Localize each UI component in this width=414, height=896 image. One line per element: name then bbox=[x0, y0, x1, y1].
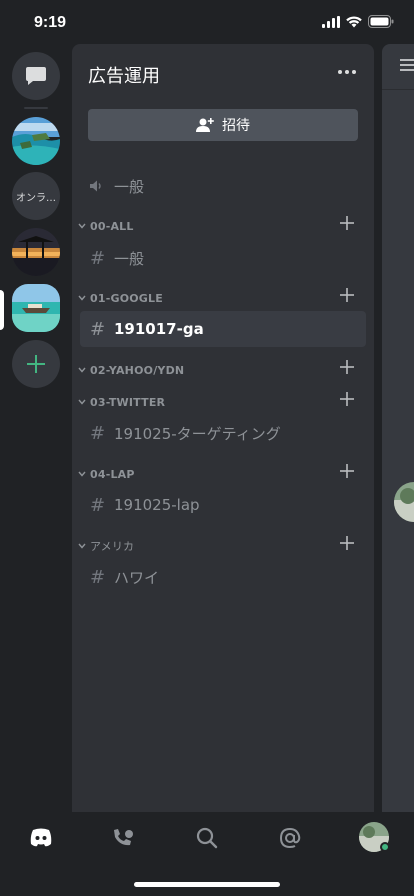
add-person-icon bbox=[196, 118, 214, 132]
signal-icon bbox=[322, 15, 340, 28]
friends-icon bbox=[114, 829, 133, 846]
home-indicator bbox=[134, 882, 280, 887]
channel-label: 一般 bbox=[114, 177, 145, 196]
add-channel-icon[interactable] bbox=[340, 360, 354, 377]
online-status-dot bbox=[380, 842, 390, 852]
add-channel-icon[interactable] bbox=[340, 536, 354, 553]
speaker-icon bbox=[90, 180, 114, 192]
nav-search[interactable] bbox=[193, 824, 221, 852]
channel-191025-lap[interactable]: # 191025-lap bbox=[80, 487, 366, 523]
status-time: 9:19 bbox=[34, 14, 67, 31]
status-bar: 9:19 bbox=[0, 0, 414, 44]
invite-button[interactable]: 招待 bbox=[88, 109, 358, 141]
home-icon bbox=[30, 828, 52, 847]
nav-friends[interactable] bbox=[110, 824, 138, 852]
category-label: 02-YAHOO/YDN bbox=[90, 363, 185, 377]
hash-icon: # bbox=[90, 566, 106, 588]
category-label: 03-TWITTER bbox=[90, 395, 166, 409]
category-04-lap[interactable]: 04-LAP bbox=[76, 464, 362, 483]
chevron-down-icon bbox=[76, 543, 88, 549]
nav-mentions[interactable] bbox=[276, 824, 304, 852]
channel-hawaii[interactable]: # ハワイ bbox=[80, 559, 366, 595]
server-icon-online[interactable]: オンラ… bbox=[12, 172, 60, 220]
add-channel-icon[interactable] bbox=[340, 216, 354, 233]
channel-191017-ga[interactable]: # 191017-ga bbox=[80, 311, 366, 347]
server-label-online: オンラ… bbox=[16, 192, 56, 204]
more-options-button[interactable] bbox=[338, 70, 356, 74]
rail-separator bbox=[24, 107, 48, 109]
category-00-all[interactable]: 00-ALL bbox=[76, 216, 362, 235]
direct-messages-button[interactable] bbox=[12, 52, 60, 100]
battery-icon bbox=[368, 15, 394, 28]
category-label: 01-GOOGLE bbox=[90, 291, 163, 305]
avatar-image bbox=[394, 482, 414, 522]
category-label: アメリカ bbox=[90, 540, 135, 553]
chevron-down-icon bbox=[76, 295, 88, 301]
channel-191025-targeting[interactable]: # 191025-ターゲティング bbox=[80, 415, 366, 451]
server-image-beach bbox=[12, 117, 60, 165]
category-01-google[interactable]: 01-GOOGLE bbox=[76, 288, 362, 307]
server-icon-beach[interactable] bbox=[12, 117, 60, 165]
mentions-icon bbox=[279, 827, 301, 849]
search-icon bbox=[196, 827, 218, 849]
server-icon-boat[interactable] bbox=[12, 284, 60, 332]
dot bbox=[345, 70, 349, 74]
channel-label: ハワイ bbox=[114, 568, 160, 587]
server-image-sunset bbox=[12, 228, 60, 276]
hash-icon: # bbox=[90, 494, 106, 516]
hash-icon: # bbox=[90, 318, 106, 340]
chevron-down-icon bbox=[76, 399, 88, 405]
status-icons bbox=[322, 15, 394, 28]
hamburger-icon[interactable] bbox=[400, 59, 414, 71]
channel-general[interactable]: # 一般 bbox=[80, 240, 366, 276]
plus-icon bbox=[27, 355, 45, 373]
server-icon-sunset[interactable] bbox=[12, 228, 60, 276]
selected-server-indicator bbox=[0, 290, 4, 330]
server-name[interactable]: 広告運用 bbox=[88, 62, 160, 88]
add-server-button[interactable] bbox=[12, 340, 60, 388]
chat-panel-peek[interactable] bbox=[382, 44, 414, 812]
chevron-down-icon bbox=[76, 367, 88, 373]
channel-label: 191017-ga bbox=[114, 320, 204, 338]
message-avatar[interactable] bbox=[394, 482, 414, 522]
category-label: 00-ALL bbox=[90, 219, 134, 233]
channel-label: 191025-lap bbox=[114, 496, 200, 514]
category-label: 04-LAP bbox=[90, 467, 135, 481]
dot bbox=[338, 70, 342, 74]
chevron-down-icon bbox=[76, 471, 88, 477]
channel-label: 一般 bbox=[114, 249, 145, 268]
category-america[interactable]: アメリカ bbox=[76, 536, 362, 555]
category-02-yahoo-ydn[interactable]: 02-YAHOO/YDN bbox=[76, 360, 362, 379]
server-image-boat bbox=[12, 284, 60, 332]
add-channel-icon[interactable] bbox=[340, 464, 354, 481]
channel-label: 191025-ターゲティング bbox=[114, 424, 281, 443]
invite-label: 招待 bbox=[222, 118, 250, 134]
channel-panel: 広告運用 招待 一般 00-ALL # 一般 01-GOOGLE # 19101… bbox=[72, 44, 374, 812]
hash-icon: # bbox=[90, 247, 106, 269]
dot bbox=[352, 70, 356, 74]
nav-home[interactable] bbox=[27, 824, 55, 852]
add-channel-icon[interactable] bbox=[340, 392, 354, 409]
wifi-icon bbox=[346, 15, 362, 27]
category-03-twitter[interactable]: 03-TWITTER bbox=[76, 392, 362, 411]
add-channel-icon[interactable] bbox=[340, 288, 354, 305]
chat-header bbox=[382, 44, 414, 90]
server-rail: オンラ… bbox=[0, 44, 72, 812]
chat-bubble-icon bbox=[26, 67, 46, 85]
voice-channel-general[interactable]: 一般 bbox=[80, 168, 366, 204]
chevron-down-icon bbox=[76, 223, 88, 229]
nav-profile[interactable] bbox=[359, 822, 390, 852]
hash-icon: # bbox=[90, 422, 106, 444]
